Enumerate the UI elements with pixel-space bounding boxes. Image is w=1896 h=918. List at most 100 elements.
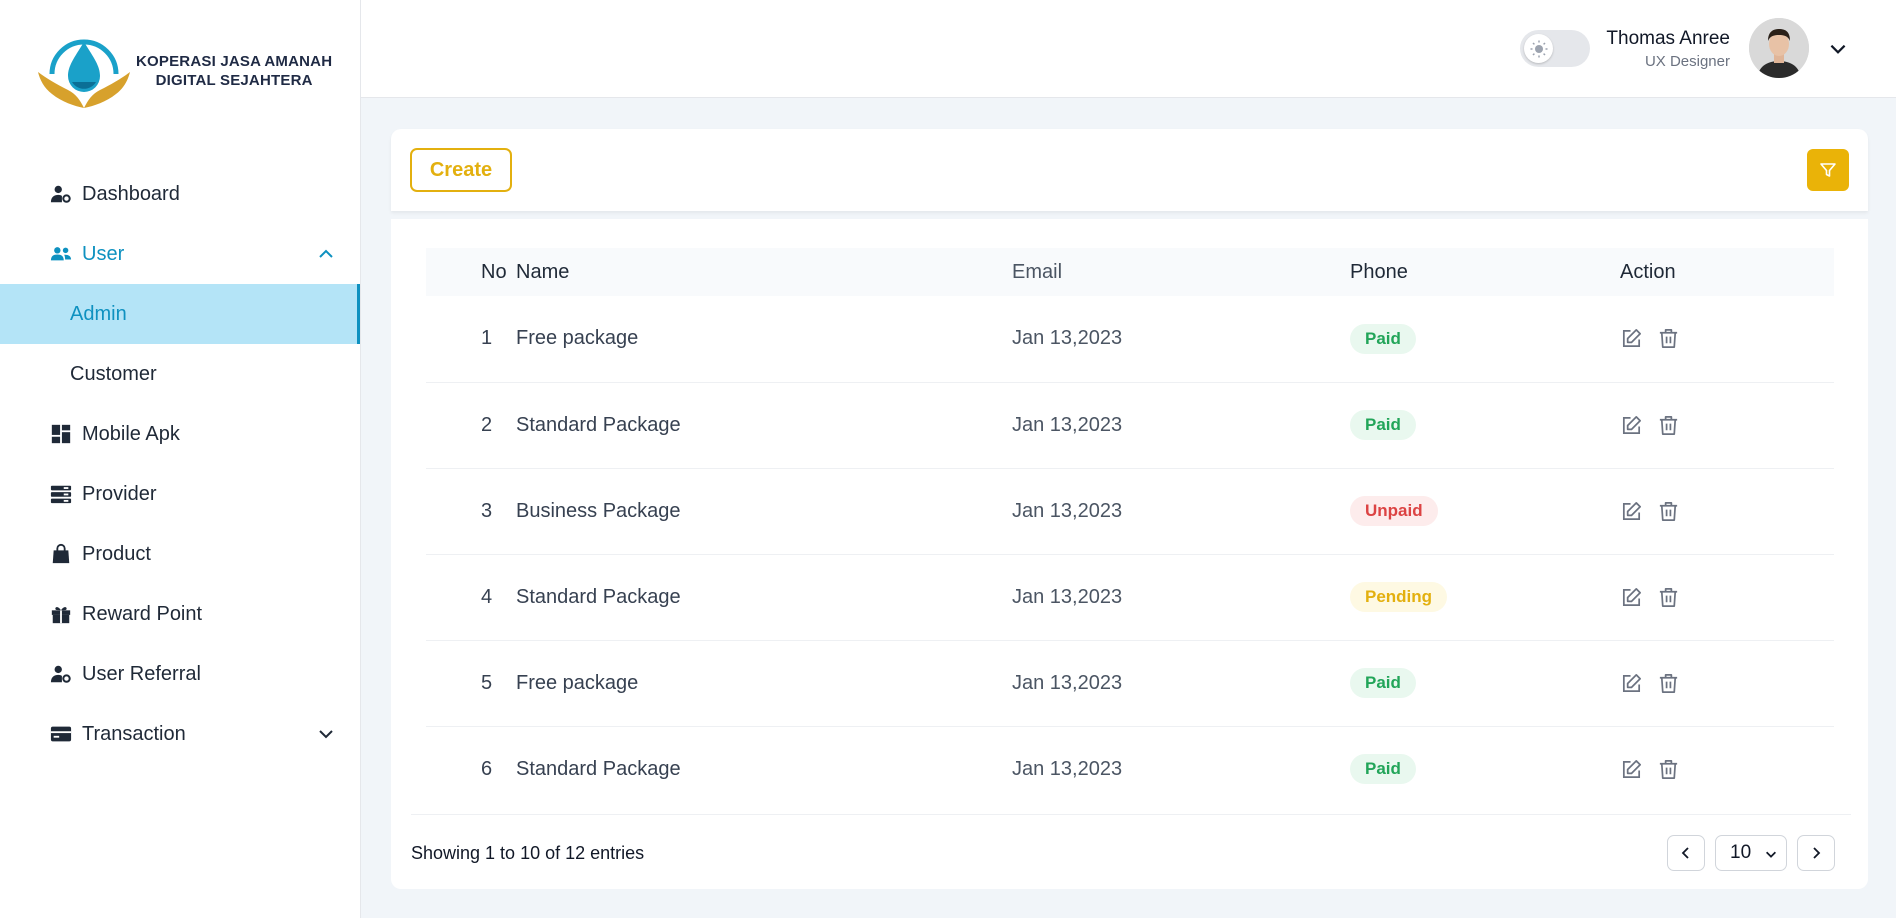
trash-icon[interactable] — [1657, 327, 1680, 350]
sidebar-item-label: User — [82, 242, 125, 265]
edit-icon[interactable] — [1620, 500, 1643, 523]
sidebar-item-label: Dashboard — [82, 182, 180, 205]
sidebar-subitem-label: Admin — [70, 302, 127, 325]
table-row: 4 Standard Package Jan 13,2023 Pending — [426, 554, 1834, 640]
edit-icon[interactable] — [1620, 414, 1643, 437]
sidebar-item-user-referral[interactable]: User Referral — [0, 644, 360, 704]
theme-toggle[interactable] — [1520, 30, 1590, 67]
status-badge: Paid — [1350, 410, 1416, 440]
user-gear-icon — [48, 181, 74, 207]
next-page-button[interactable] — [1797, 835, 1835, 871]
page-size-select[interactable]: 10 — [1715, 835, 1787, 871]
filter-button[interactable] — [1807, 149, 1849, 191]
cell-action — [1620, 726, 1834, 812]
server-icon — [48, 481, 74, 507]
cell-action — [1620, 382, 1834, 468]
users-icon — [48, 241, 74, 267]
prev-page-button[interactable] — [1667, 835, 1705, 871]
sidebar-subitem-label: Customer — [70, 362, 157, 385]
status-badge: Pending — [1350, 582, 1448, 612]
table-card: No Name Email Phone Action 1 Free packag… — [391, 219, 1868, 889]
cell-email: Jan 13,2023 — [1012, 413, 1123, 436]
edit-icon[interactable] — [1620, 758, 1643, 781]
cell-name: Standard Package — [516, 413, 681, 436]
trash-icon[interactable] — [1657, 586, 1680, 609]
edit-icon[interactable] — [1620, 672, 1643, 695]
table-row: 6 Standard Package Jan 13,2023 Paid — [426, 726, 1834, 812]
cell-phone: Paid — [1350, 640, 1620, 726]
cell-action — [1620, 468, 1834, 554]
sidebar: KOPERASI JASA AMANAH DIGITAL SEJAHTERA D… — [0, 0, 361, 918]
cell-email: Jan 13,2023 — [1012, 499, 1123, 522]
trash-icon[interactable] — [1657, 758, 1680, 781]
top-header: Thomas Anree UX Designer — [361, 0, 1896, 98]
toggle-knob — [1524, 34, 1553, 63]
cell-email: Jan 13,2023 — [1012, 327, 1123, 350]
sidebar-item-product[interactable]: Product — [0, 524, 360, 584]
table-header-row: No Name Email Phone Action — [426, 248, 1834, 296]
column-header-phone[interactable]: Phone — [1350, 248, 1620, 296]
column-header-action: Action — [1620, 260, 1676, 283]
sidebar-subitem-admin[interactable]: Admin — [0, 284, 360, 344]
shopping-bag-icon — [48, 541, 74, 567]
sidebar-item-label: Transaction — [82, 722, 186, 745]
sun-icon — [1530, 40, 1547, 57]
cell-action — [1620, 640, 1834, 726]
logo-icon — [38, 39, 130, 108]
column-header-no[interactable]: No — [426, 248, 516, 296]
trash-icon[interactable] — [1657, 414, 1680, 437]
chevron-down-icon[interactable] — [316, 724, 336, 744]
sidebar-item-label: Product — [82, 542, 151, 565]
edit-icon[interactable] — [1620, 327, 1643, 350]
sidebar-nav: Dashboard User Admin Customer Mobile Apk — [0, 164, 360, 764]
cell-phone: Paid — [1350, 726, 1620, 812]
sidebar-item-mobile-apk[interactable]: Mobile Apk — [0, 404, 360, 464]
cell-name: Standard Package — [516, 757, 681, 780]
cell-phone: Unpaid — [1350, 468, 1620, 554]
filter-icon — [1820, 163, 1836, 177]
cell-phone: Pending — [1350, 554, 1620, 640]
edit-icon[interactable] — [1620, 586, 1643, 609]
cell-name: Business Package — [516, 499, 681, 522]
chevron-right-icon — [1813, 847, 1821, 859]
cell-no: 4 — [481, 585, 493, 608]
table-row: 2 Standard Package Jan 13,2023 Paid — [426, 382, 1834, 468]
chevron-down-icon — [1766, 851, 1776, 858]
create-button[interactable]: Create — [410, 148, 512, 192]
toolbar-card: Create — [391, 129, 1868, 211]
cell-email: Jan 13,2023 — [1012, 671, 1123, 694]
cell-no: 6 — [481, 757, 493, 780]
table-row: 1 Free package Jan 13,2023 Paid — [426, 296, 1834, 382]
sidebar-item-reward-point[interactable]: Reward Point — [0, 584, 360, 644]
table-row: 5 Free package Jan 13,2023 Paid — [426, 640, 1834, 726]
dashboard-grid-icon — [48, 421, 74, 447]
trash-icon[interactable] — [1657, 500, 1680, 523]
credit-card-icon — [48, 721, 74, 747]
pagination-bar: Showing 1 to 10 of 12 entries 10 — [411, 814, 1851, 890]
sidebar-item-dashboard[interactable]: Dashboard — [0, 164, 360, 224]
cell-action — [1620, 554, 1834, 640]
user-info[interactable]: Thomas Anree UX Designer — [1606, 28, 1730, 70]
data-table: No Name Email Phone Action 1 Free packag… — [426, 248, 1834, 812]
sidebar-item-transaction[interactable]: Transaction — [0, 704, 360, 764]
user-role: UX Designer — [1644, 53, 1730, 70]
cell-action — [1620, 296, 1834, 382]
user-name: Thomas Anree — [1606, 28, 1730, 49]
user-gear-icon — [48, 661, 74, 687]
trash-icon[interactable] — [1657, 672, 1680, 695]
sidebar-item-provider[interactable]: Provider — [0, 464, 360, 524]
sidebar-item-label: Mobile Apk — [82, 422, 180, 445]
chevron-left-icon — [1681, 847, 1689, 859]
avatar[interactable] — [1749, 18, 1809, 78]
column-header-name[interactable]: Name — [516, 248, 1012, 296]
status-badge: Paid — [1350, 323, 1416, 354]
status-badge: Paid — [1350, 754, 1416, 785]
sidebar-item-user[interactable]: User — [0, 224, 360, 284]
chevron-down-icon[interactable] — [1827, 38, 1849, 60]
avatar-image — [1749, 18, 1809, 78]
column-header-email[interactable]: Email — [1012, 248, 1350, 296]
cell-no: 2 — [481, 413, 493, 436]
brand-logo[interactable]: KOPERASI JASA AMANAH DIGITAL SEJAHTERA — [34, 26, 332, 116]
sidebar-subitem-customer[interactable]: Customer — [0, 344, 360, 404]
chevron-up-icon[interactable] — [316, 244, 336, 264]
